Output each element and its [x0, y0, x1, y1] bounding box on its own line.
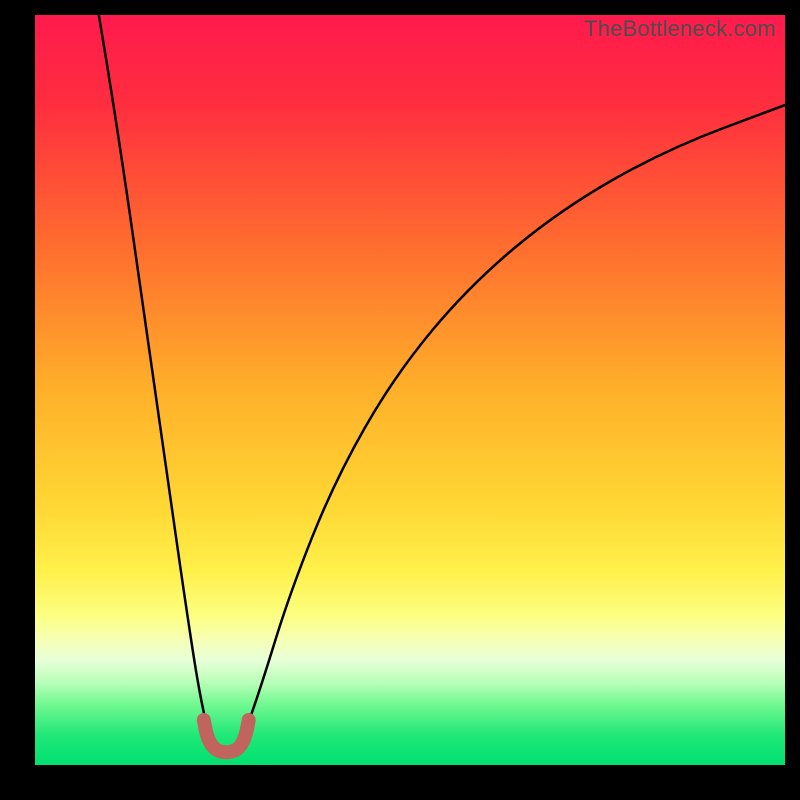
curve-minimum-marker	[204, 720, 249, 752]
bottleneck-curve	[35, 15, 785, 765]
curve-left-branch	[99, 15, 212, 743]
watermark-text: TheBottleneck.com	[584, 16, 776, 42]
plot-area	[35, 15, 785, 765]
curve-right-branch	[241, 105, 785, 743]
chart-frame: TheBottleneck.com	[0, 0, 800, 800]
